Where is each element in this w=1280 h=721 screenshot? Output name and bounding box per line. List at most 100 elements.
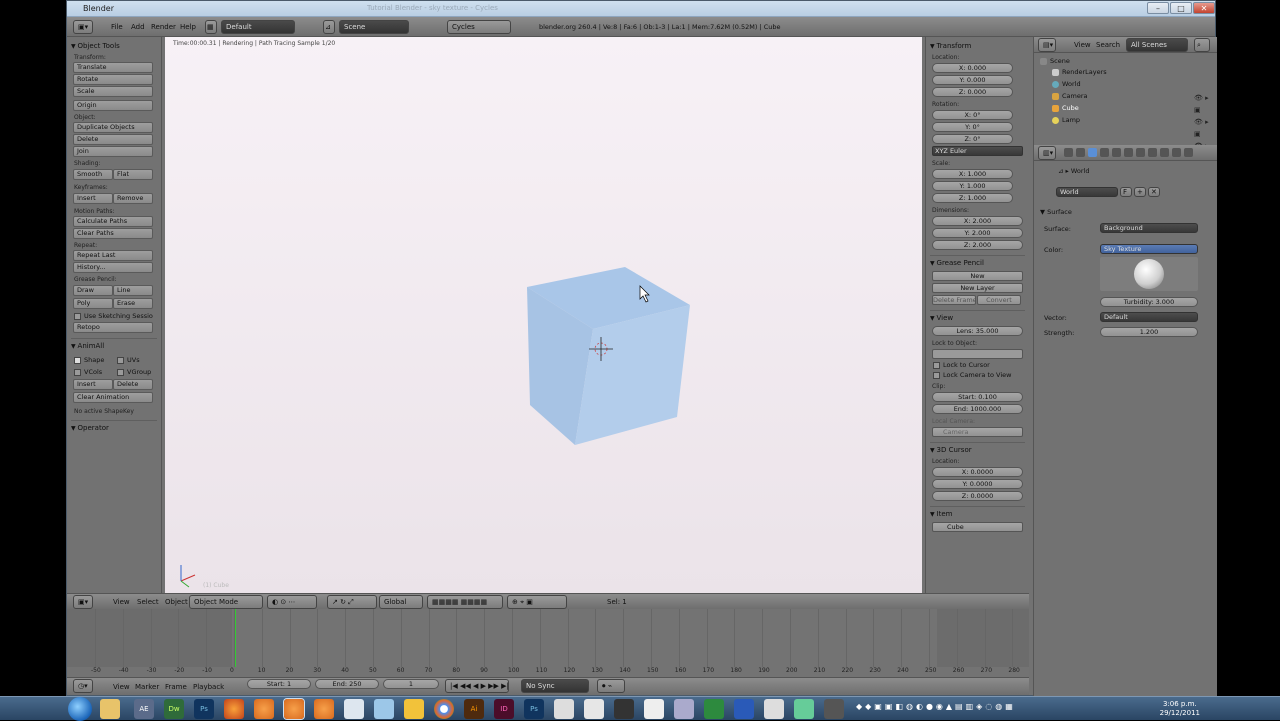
illustrator-icon[interactable]: Ai (464, 699, 484, 719)
clip-end-field[interactable]: End: 1000.000 (932, 404, 1023, 414)
layout-select[interactable]: Default (221, 20, 295, 34)
layout-icon[interactable]: ▦ (205, 20, 217, 34)
lens-field[interactable]: Lens: 35.000 (932, 326, 1023, 336)
timeline-view-menu[interactable]: View (113, 683, 130, 691)
flat-button[interactable]: Flat (113, 169, 153, 180)
3d-viewport[interactable]: Time:00:00.31 | Rendering | Path Tracing… (165, 37, 922, 593)
shape-checkbox[interactable]: Shape (74, 356, 114, 364)
object-tools-title[interactable]: Object Tools (71, 42, 157, 50)
orientation-select[interactable]: Global (379, 595, 423, 609)
dimension-z-field[interactable]: Z: 2.000 (932, 240, 1023, 250)
start-frame-field[interactable]: Start: 1 (247, 679, 311, 689)
editor-type-icon[interactable]: ▣▾ (73, 20, 93, 34)
origin-button[interactable]: Origin (73, 100, 153, 111)
blender-icon-2[interactable] (314, 699, 334, 719)
delete-button[interactable]: Delete (73, 134, 153, 145)
3d-cursor-panel-title[interactable]: 3D Cursor (930, 446, 1025, 454)
line-button[interactable]: Line (113, 285, 153, 296)
scale-z-field[interactable]: Z: 1.000 (932, 193, 1013, 203)
frame-menu[interactable]: Frame (165, 683, 187, 691)
maximize-button[interactable]: □ (1170, 2, 1192, 14)
outliner-item-scene[interactable]: Scene (1040, 57, 1070, 65)
smooth-button[interactable]: Smooth (73, 169, 113, 180)
item-name-field[interactable]: Cube (932, 522, 1023, 532)
app-icon-2[interactable] (554, 699, 574, 719)
document-icon[interactable] (344, 699, 364, 719)
dimension-y-field[interactable]: Y: 2.000 (932, 228, 1023, 238)
app-icon-6[interactable] (764, 699, 784, 719)
scene-tab-icon[interactable] (1076, 148, 1085, 157)
world-name-field[interactable]: World (1056, 187, 1118, 197)
cursor-x-field[interactable]: X: 0.0000 (932, 467, 1023, 477)
firefox-icon[interactable] (224, 699, 244, 719)
vector-select[interactable]: Default (1100, 312, 1198, 322)
clock[interactable]: 3:06 p.m. 29/12/2011 (1160, 700, 1200, 718)
delete-frame-button[interactable]: Delete Frame (932, 295, 976, 305)
operator-title[interactable]: Operator (71, 424, 157, 432)
rotation-y-field[interactable]: Y: 0° (932, 122, 1013, 132)
turbidity-field[interactable]: Turbidity: 3.000 (1100, 297, 1198, 307)
item-panel-title[interactable]: Item (930, 510, 1025, 518)
editor-type-icon[interactable]: ▤▾ (1038, 38, 1056, 52)
location-z-field[interactable]: Z: 0.000 (932, 87, 1013, 97)
outliner-item-renderlayers[interactable]: RenderLayers (1052, 68, 1107, 76)
menu-help[interactable]: Help (180, 23, 196, 31)
system-tray[interactable]: ◆◆▣▣◧◍◐●◉▲▤▥◈◌◍▦ (856, 702, 1156, 716)
clear-animation-button[interactable]: Clear Animation (73, 392, 153, 403)
animall-insert-button[interactable]: Insert (73, 379, 113, 390)
excel-icon[interactable] (704, 699, 724, 719)
duplicate-objects-button[interactable]: Duplicate Objects (73, 122, 153, 133)
indesign-icon[interactable]: ID (494, 699, 514, 719)
select-menu[interactable]: Select (137, 598, 159, 606)
grease-pencil-panel-title[interactable]: Grease Pencil (930, 259, 1025, 267)
strength-field[interactable]: 1.200 (1100, 327, 1198, 337)
animall-title[interactable]: AnimAll (71, 342, 157, 350)
fake-user-button[interactable]: F (1120, 187, 1132, 197)
modifiers-tab-icon[interactable] (1124, 148, 1133, 157)
end-frame-field[interactable]: End: 250 (315, 679, 379, 689)
unity-icon[interactable] (614, 699, 634, 719)
clip-start-field[interactable]: Start: 0.100 (932, 392, 1023, 402)
outliner-item-world[interactable]: World (1052, 80, 1081, 88)
particles-tab-icon[interactable] (1172, 148, 1181, 157)
rotate-button[interactable]: Rotate (73, 74, 153, 85)
word-icon[interactable] (734, 699, 754, 719)
minimize-button[interactable]: – (1147, 2, 1169, 14)
mode-select[interactable]: Object Mode (189, 595, 263, 609)
editor-type-icon[interactable]: ◷▾ (73, 679, 93, 693)
rotation-z-field[interactable]: Z: 0° (932, 134, 1013, 144)
outliner-item-lamp[interactable]: Lamp (1052, 116, 1080, 124)
current-frame-field[interactable]: 1 (383, 679, 439, 689)
clear-paths-button[interactable]: Clear Paths (73, 228, 153, 239)
draw-button[interactable]: Draw (73, 285, 113, 296)
scale-y-field[interactable]: Y: 1.000 (932, 181, 1013, 191)
manipulator-buttons[interactable]: ↗ ↻ ⤢ (327, 595, 377, 609)
lock-object-field[interactable] (932, 349, 1023, 359)
color-node-select[interactable]: Sky Texture (1100, 244, 1198, 254)
history-button[interactable]: History... (73, 262, 153, 273)
view-menu[interactable]: View (113, 598, 130, 606)
data-tab-icon[interactable] (1136, 148, 1145, 157)
insert-keyframe-button[interactable]: Insert (73, 193, 113, 204)
location-x-field[interactable]: X: 0.000 (932, 63, 1013, 73)
object-menu[interactable]: Object (165, 598, 188, 606)
join-button[interactable]: Join (73, 146, 153, 157)
transform-panel-title[interactable]: Transform (930, 42, 1025, 50)
rotation-mode-select[interactable]: XYZ Euler (932, 146, 1023, 156)
material-tab-icon[interactable] (1148, 148, 1157, 157)
lock-to-cursor-checkbox[interactable]: Lock to Cursor (933, 361, 1025, 369)
record-button[interactable]: ⏺ ⌁ (597, 679, 625, 693)
sync-mode-select[interactable]: No Sync (521, 679, 589, 693)
editor-type-icon[interactable]: ▥▾ (1038, 146, 1056, 160)
uvs-checkbox[interactable]: UVs (117, 356, 140, 364)
outliner-search-menu[interactable]: Search (1096, 41, 1120, 49)
cursor-y-field[interactable]: Y: 0.0000 (932, 479, 1023, 489)
outliner-view-menu[interactable]: View (1074, 41, 1091, 49)
menu-render[interactable]: Render (151, 23, 176, 31)
marker-menu[interactable]: Marker (135, 683, 159, 691)
display-mode-select[interactable]: All Scenes (1126, 38, 1188, 52)
editor-type-icon[interactable]: ▣▾ (73, 595, 93, 609)
add-world-button[interactable]: + (1134, 187, 1146, 197)
translate-button[interactable]: Translate (73, 62, 153, 73)
vcols-checkbox[interactable]: VCols (74, 368, 114, 376)
